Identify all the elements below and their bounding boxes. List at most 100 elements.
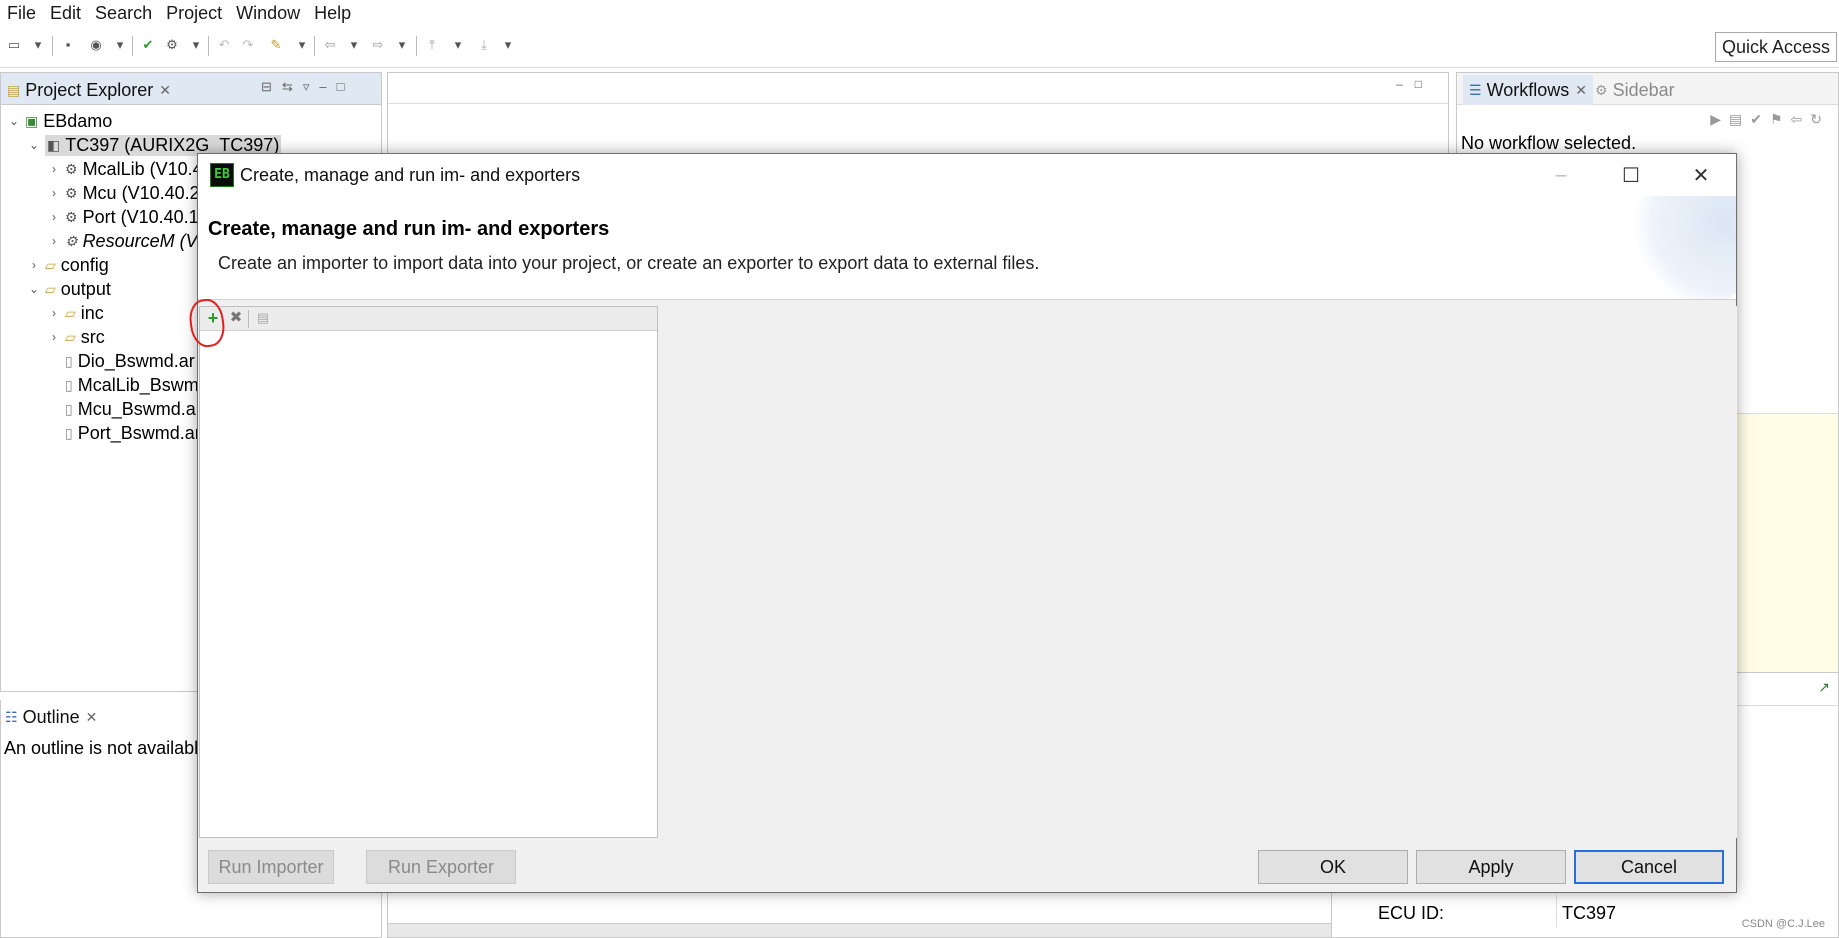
tree-item-mcu[interactable]: › ⚙ Mcu (V10.40.2: [47, 181, 200, 205]
copy-icon[interactable]: ▤: [255, 310, 271, 326]
tab-project-explorer[interactable]: ▤ Project Explorer ✕: [7, 75, 171, 105]
dropdown-icon[interactable]: ▾: [188, 37, 204, 53]
tree-item-mcallib[interactable]: › ⚙ McalLib (V10.4: [47, 157, 203, 181]
expand-chevron-icon[interactable]: ›: [47, 306, 61, 320]
minimize-icon[interactable]: –: [1396, 77, 1415, 91]
collapse-all-icon[interactable]: ⊟: [261, 79, 282, 94]
flag-icon[interactable]: ⚑: [1770, 111, 1791, 127]
check-icon[interactable]: ✔: [1750, 111, 1770, 127]
tree-item-mcallib-bswmd[interactable]: ▯ McalLib_Bswm: [65, 373, 199, 397]
tree-item-inc[interactable]: › ▱ inc: [47, 301, 104, 325]
minimize-button[interactable]: –: [1526, 154, 1596, 196]
folder-icon: ▱: [65, 304, 76, 321]
tree-item-label: Mcu_Bswmd.ar: [77, 398, 202, 419]
expand-chevron-icon[interactable]: ›: [27, 258, 41, 272]
tree-item-ebdamo[interactable]: ⌄ ▣ EBdamo: [7, 109, 112, 133]
close-icon[interactable]: ✕: [86, 709, 98, 726]
run-icon[interactable]: ▶: [1710, 111, 1729, 127]
tree-item-src[interactable]: › ▱ src: [47, 325, 105, 349]
expand-chevron-icon[interactable]: ›: [47, 234, 61, 248]
close-icon[interactable]: ✕: [1575, 82, 1587, 99]
dropdown-icon[interactable]: ▾: [500, 37, 516, 53]
apply-button[interactable]: Apply: [1416, 850, 1566, 884]
expand-chevron-icon[interactable]: ›: [47, 162, 61, 176]
save-icon[interactable]: ▪: [60, 37, 76, 53]
maximize-button[interactable]: ☐: [1596, 154, 1666, 196]
toolbar-separator: [132, 36, 133, 56]
quick-access-field[interactable]: Quick Access: [1714, 32, 1837, 62]
horizontal-scrollbar[interactable]: [388, 923, 1448, 937]
dropdown-icon[interactable]: ▾: [346, 37, 362, 53]
expand-chevron-icon[interactable]: ›: [47, 210, 61, 224]
expand-chevron-icon[interactable]: ⌄: [27, 138, 41, 152]
dropdown-icon[interactable]: ▾: [294, 37, 310, 53]
maximize-icon[interactable]: □: [337, 79, 355, 94]
link-editor-icon[interactable]: ⇆: [282, 79, 303, 94]
expand-chevron-icon[interactable]: ›: [47, 330, 61, 344]
delete-icon[interactable]: ✖: [228, 310, 244, 326]
tree-item-mcu-bswmd[interactable]: ▯ Mcu_Bswmd.ar: [65, 397, 202, 421]
project-icon: ▣: [25, 112, 39, 129]
dropdown-icon[interactable]: ▾: [30, 37, 46, 53]
back-icon[interactable]: ⇦: [322, 37, 338, 53]
menu-search[interactable]: Search: [88, 3, 159, 24]
tree-item-dio-bswmd[interactable]: ▯ Dio_Bswmd.ar: [65, 349, 195, 373]
menu-file[interactable]: File: [0, 3, 43, 24]
menu-help[interactable]: Help: [307, 3, 358, 24]
globe-icon[interactable]: ◉: [88, 37, 104, 53]
tree-item-config[interactable]: › ▱ config: [27, 253, 109, 277]
menu-window[interactable]: Window: [229, 3, 307, 24]
next-annotation-icon[interactable]: ⤓: [476, 37, 492, 53]
file-icon: ▯: [65, 376, 73, 393]
minimize-icon[interactable]: –: [319, 79, 336, 94]
close-icon[interactable]: ✕: [159, 82, 171, 99]
tree-item-output[interactable]: ⌄ ▱ output: [27, 277, 111, 301]
tree-item-label: ResourceM (V1: [82, 230, 208, 251]
tree-item-port[interactable]: › ⚙ Port (V10.40.1,: [47, 205, 204, 229]
dialog-header-title: Create, manage and run im- and exporters: [208, 218, 610, 240]
redo-icon[interactable]: ↷: [240, 37, 256, 53]
workflow-message: No workflow selected.: [1461, 133, 1637, 153]
expand-chevron-icon[interactable]: ⌄: [27, 282, 41, 296]
workflow-toolbar: ▶▤✔⚑⇦↻: [1710, 111, 1830, 128]
view-menu-icon[interactable]: ▿: [303, 79, 320, 94]
ok-button[interactable]: OK: [1258, 850, 1408, 884]
workflows-icon: ☰: [1469, 81, 1482, 98]
menu-edit[interactable]: Edit: [43, 3, 88, 24]
tree-item-label: Mcu (V10.40.2: [82, 182, 200, 203]
tree-item-port-bswmd[interactable]: ▯ Port_Bswmd.ar: [65, 421, 201, 445]
prev-annotation-icon[interactable]: ⤒: [424, 37, 440, 53]
undo-icon[interactable]: ↶: [216, 37, 232, 53]
tree-item-resourcem[interactable]: › ⚙ ResourceM (V1: [47, 229, 208, 253]
tab-sidebar[interactable]: ⚙ Sidebar: [1595, 75, 1675, 105]
tab-workflows[interactable]: ☰ Workflows ✕: [1463, 75, 1593, 105]
run-exporter-button[interactable]: Run Exporter: [366, 850, 516, 884]
verify-icon[interactable]: ✔: [140, 37, 156, 53]
tree-item-label: McalLib_Bswm: [77, 374, 199, 395]
menu-project[interactable]: Project: [159, 3, 229, 24]
book-icon[interactable]: ▤: [1729, 111, 1750, 127]
cancel-button[interactable]: Cancel: [1574, 850, 1724, 884]
header-decoration: [1626, 196, 1736, 299]
generate-icon[interactable]: ⚙: [164, 37, 180, 53]
dropdown-icon[interactable]: ▾: [394, 37, 410, 53]
tree-item-label: McalLib (V10.4: [82, 158, 203, 179]
tree-item-label: Dio_Bswmd.ar: [77, 350, 195, 371]
pin-icon[interactable]: ✎: [268, 37, 284, 53]
new-icon[interactable]: ▭: [6, 37, 22, 53]
tab-label: Project Explorer: [25, 79, 154, 100]
dropdown-icon[interactable]: ▾: [450, 37, 466, 53]
open-properties-icon[interactable]: ↗: [1818, 679, 1830, 696]
expand-chevron-icon[interactable]: ›: [47, 186, 61, 200]
module-icon: ⚙: [65, 184, 78, 201]
expand-chevron-icon[interactable]: ⌄: [7, 114, 21, 128]
maximize-icon[interactable]: □: [1415, 77, 1434, 91]
importer-list[interactable]: [200, 331, 657, 837]
dropdown-icon[interactable]: ▾: [112, 37, 128, 53]
run-importer-button[interactable]: Run Importer: [208, 850, 334, 884]
close-button[interactable]: ✕: [1666, 154, 1736, 196]
back-icon[interactable]: ⇦: [1791, 111, 1811, 127]
forward-icon[interactable]: ⇨: [370, 37, 386, 53]
tab-outline[interactable]: ☷ Outline ✕: [5, 702, 97, 732]
refresh-icon[interactable]: ↻: [1810, 111, 1830, 127]
